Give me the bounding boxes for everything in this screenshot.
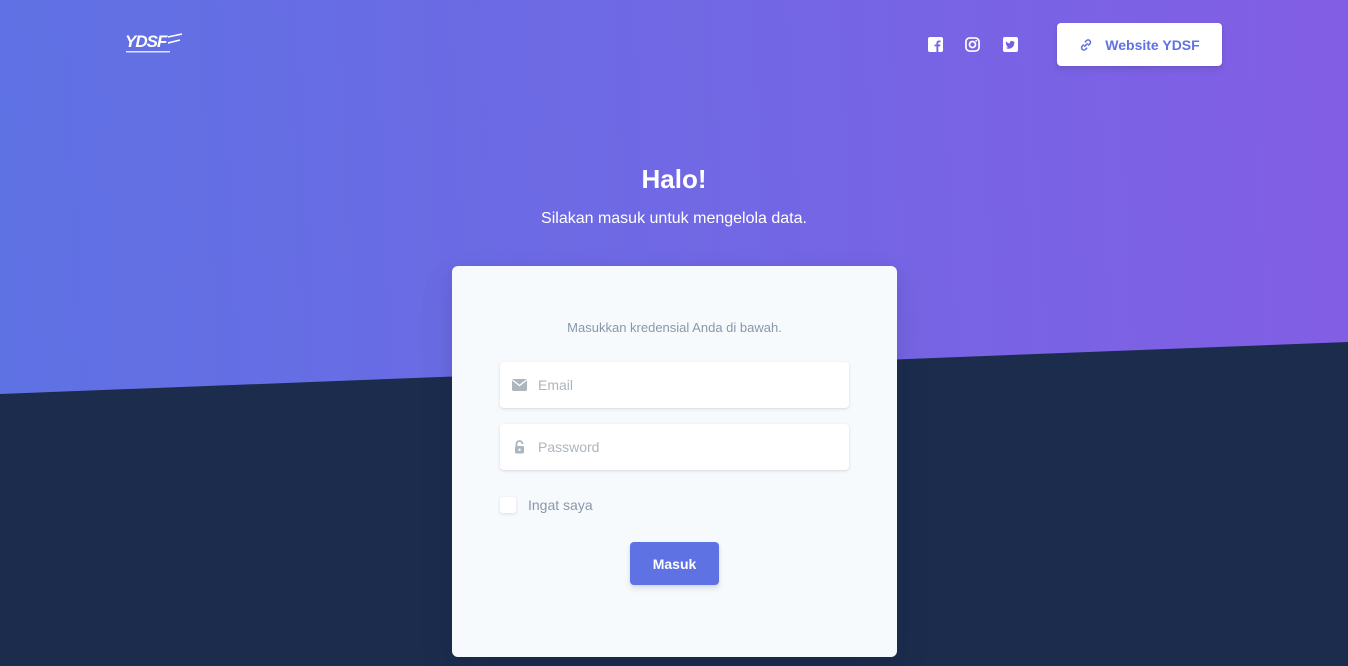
navbar: YDSF Website YDSF — [0, 0, 1348, 90]
remember-label: Ingat saya — [528, 497, 593, 513]
password-input[interactable] — [538, 424, 849, 470]
remember-me[interactable]: Ingat saya — [500, 497, 593, 513]
website-button-label: Website YDSF — [1105, 36, 1200, 53]
website-ydsf-button[interactable]: Website YDSF — [1057, 23, 1222, 66]
link-icon — [1081, 38, 1092, 51]
facebook-icon[interactable] — [927, 36, 943, 52]
logo-mark: YDSF — [125, 32, 183, 53]
login-instructions: Masukkan kredensial Anda di bawah. — [567, 320, 782, 335]
twitter-icon[interactable] — [1002, 36, 1018, 52]
page-title: Halo! — [641, 164, 707, 194]
email-input[interactable] — [538, 362, 849, 408]
login-button[interactable]: Masuk — [630, 542, 719, 585]
remember-checkbox[interactable] — [500, 497, 516, 513]
instagram-icon[interactable] — [964, 36, 980, 52]
lock-open-icon — [500, 440, 538, 454]
svg-text:YDSF: YDSF — [125, 32, 168, 51]
envelope-icon — [500, 379, 538, 391]
ydsf-logo[interactable]: YDSF — [124, 30, 186, 58]
email-field[interactable] — [500, 362, 849, 408]
password-field[interactable] — [500, 424, 849, 470]
login-card: Masukkan kredensial Anda di bawah. Ingat… — [452, 266, 897, 657]
page-subtitle: Silakan masuk untuk mengelola data. — [541, 210, 807, 227]
